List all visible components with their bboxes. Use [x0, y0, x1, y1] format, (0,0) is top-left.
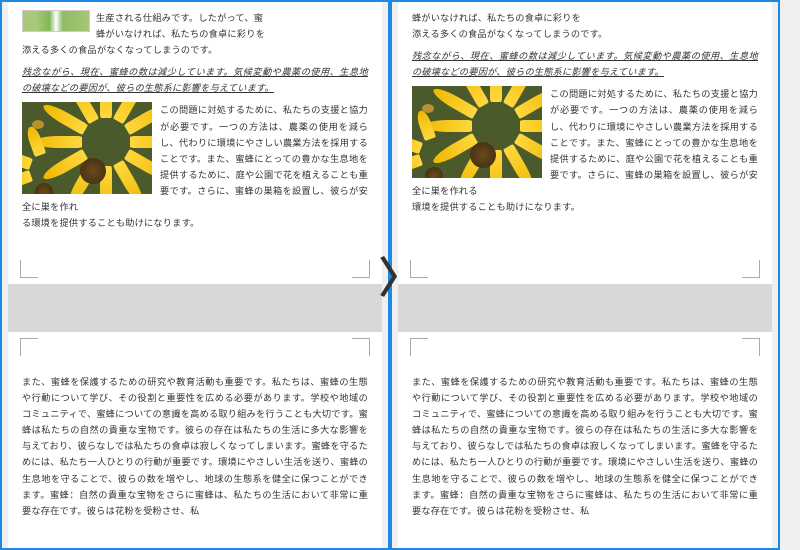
left-document-pane[interactable]: 生産される仕組みです。したがって、蜜 蜂がいなければ、私たちの食卓に彩りを 添え…: [0, 0, 390, 550]
comparison-container: 生産される仕組みです。したがって、蜜 蜂がいなければ、私たちの食卓に彩りを 添え…: [0, 0, 800, 550]
transition-arrow-icon: 〉: [379, 245, 421, 306]
paragraph-4: また、蜜蜂を保護するための研究や教育活動も重要です。私たちは、蜜蜂の生態や行動に…: [412, 374, 758, 519]
page-lower: また、蜜蜂を保護するための研究や教育活動も重要です。私たちは、蜜蜂の生態や行動に…: [398, 332, 772, 550]
sunflower-image: [412, 86, 542, 178]
page-corner-tl: [410, 338, 428, 356]
page-corner-br: [352, 260, 370, 278]
sunflower-image: [22, 102, 152, 194]
page-corner-tl: [20, 338, 38, 356]
paragraph-3-tail: る環境を提供することも助けになります。: [22, 215, 368, 231]
page-corner-tr: [352, 338, 370, 356]
thumbnail-image: [22, 10, 90, 32]
paragraph-2-emphasis: 残念ながら、現在、蜜蜂の数は減少しています。気候変動や農薬の使用、生息地の破壊な…: [22, 64, 368, 96]
page-lower: また、蜜蜂を保護するための研究や教育活動も重要です。私たちは、蜜蜂の生態や行動に…: [8, 332, 382, 550]
page-corner-bl: [20, 260, 38, 278]
right-document-pane[interactable]: 蜂がいなければ、私たちの食卓に彩りを 添える多くの食品がなくなってしまうのです。…: [390, 0, 780, 550]
paragraph-4: また、蜜蜂を保護するための研究や教育活動も重要です。私たちは、蜜蜂の生態や行動に…: [22, 374, 368, 519]
paragraph-1b: 蜂がいなければ、私たちの食卓に彩りを: [412, 10, 758, 26]
paragraph-2-emphasis: 残念ながら、現在、蜜蜂の数は減少しています。気候変動や農薬の使用、生息地の破壊な…: [412, 48, 758, 80]
paragraph-1c: 添える多くの食品がなくなってしまうのです。: [22, 42, 368, 58]
paragraph-3-tail: 環境を提供することも助けになります。: [412, 199, 758, 215]
page-gap: [8, 284, 382, 332]
page-corner-tr: [742, 338, 760, 356]
paragraph-1c: 添える多くの食品がなくなってしまうのです。: [412, 26, 758, 42]
page-corner-br: [742, 260, 760, 278]
page-upper: 蜂がいなければ、私たちの食卓に彩りを 添える多くの食品がなくなってしまうのです。…: [398, 2, 772, 284]
page-gap: [398, 284, 772, 332]
page-upper: 生産される仕組みです。したがって、蜜 蜂がいなければ、私たちの食卓に彩りを 添え…: [8, 2, 382, 284]
